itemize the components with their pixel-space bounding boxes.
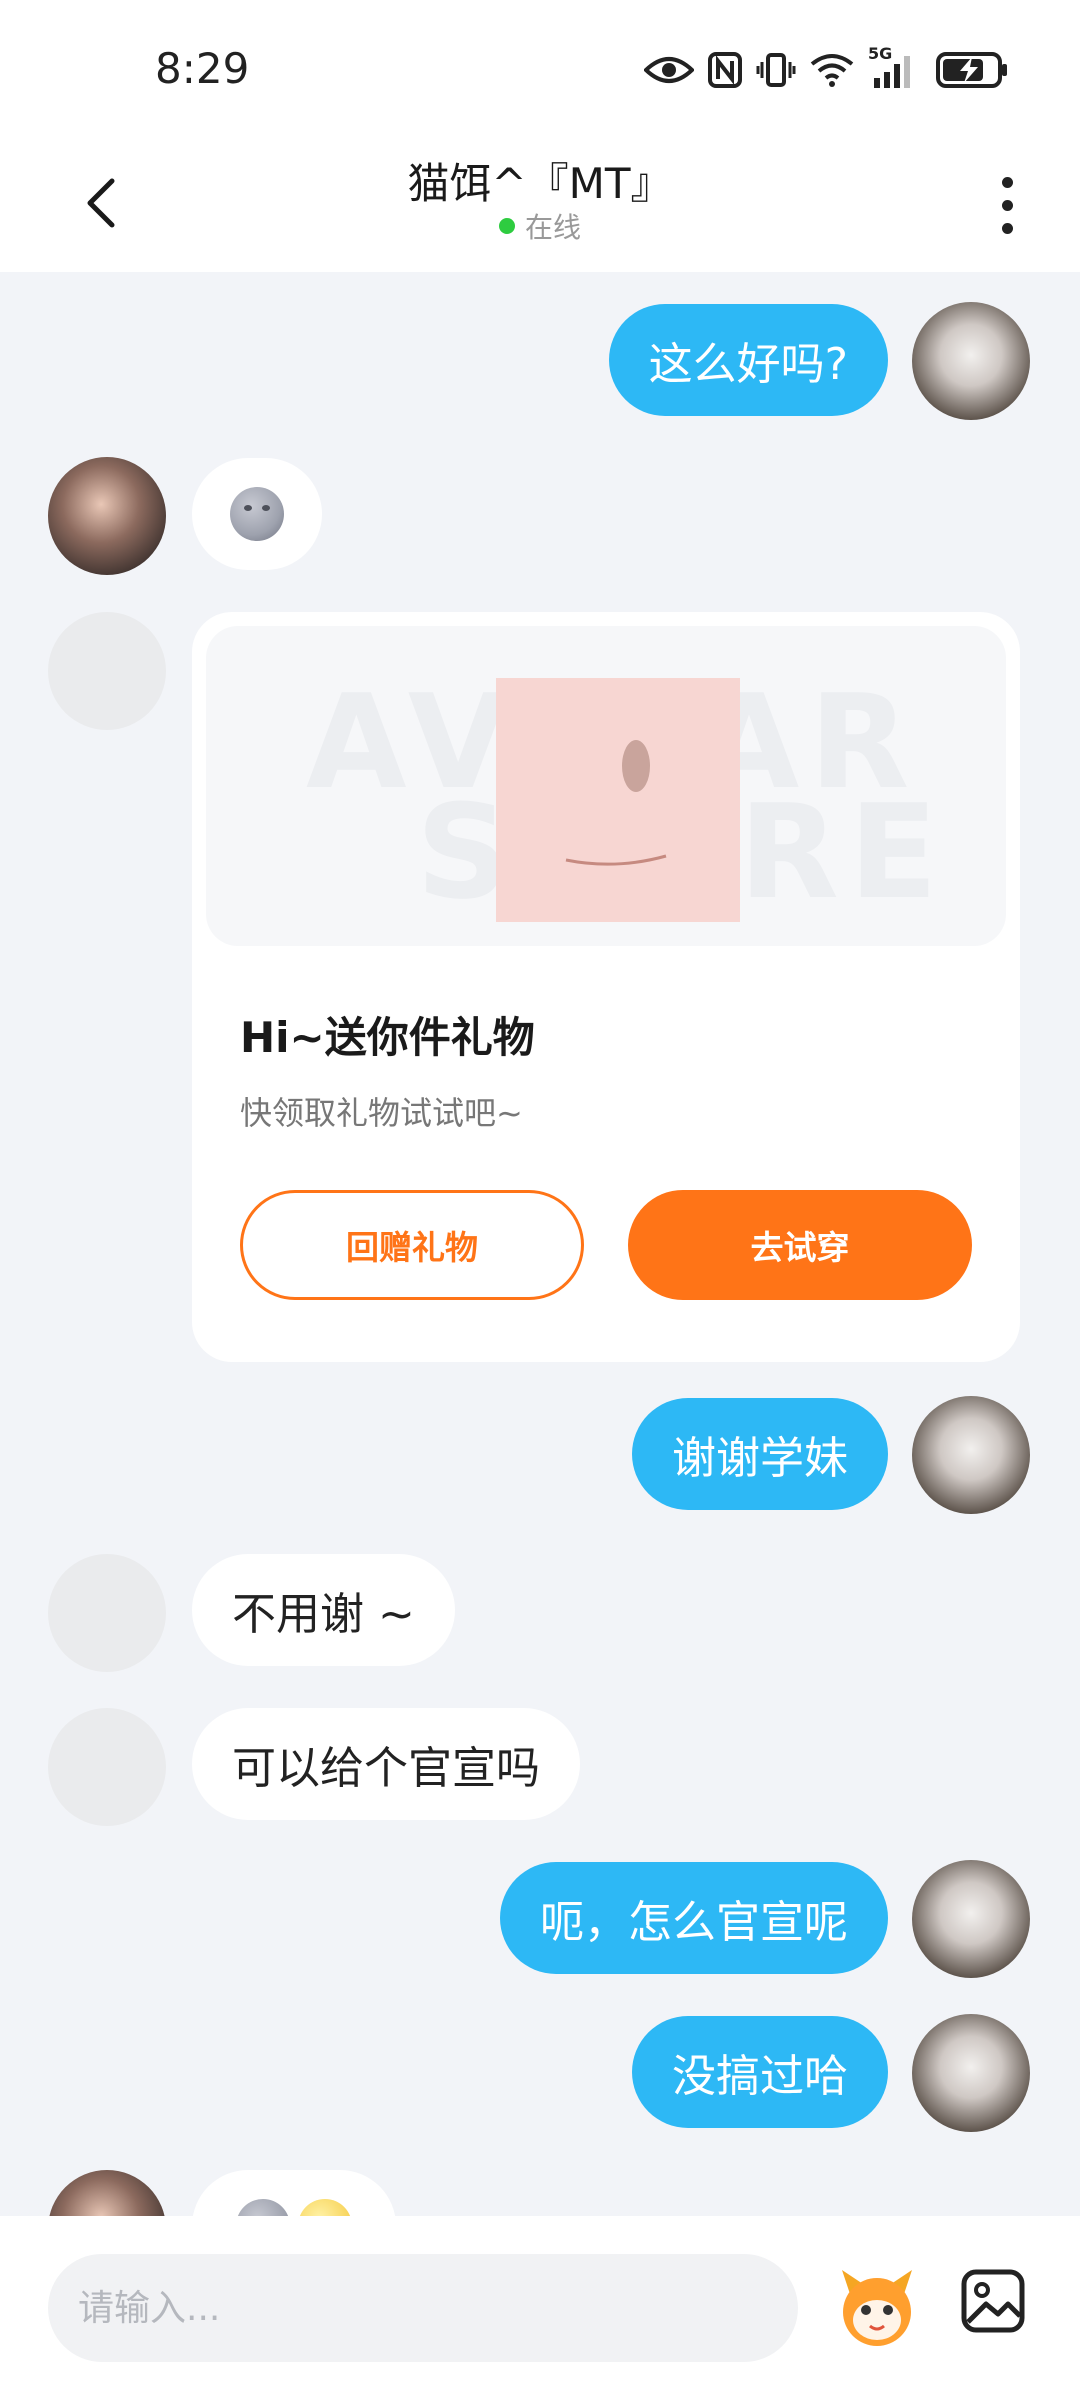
message-bubble-received[interactable]: 不用谢 ~ xyxy=(192,1554,455,1666)
self-avatar[interactable] xyxy=(912,302,1030,420)
contact-avatar[interactable] xyxy=(48,457,166,575)
chat-header: 猫饵^『MT』 在线 xyxy=(0,140,1080,272)
contact-name: 猫饵^『MT』 xyxy=(407,159,673,208)
gift-card[interactable]: AVATAR STORE Hi~送你件礼物 快领取礼物试试吧~ 回赠礼物 去试穿 xyxy=(192,612,1020,1362)
more-dot xyxy=(1001,176,1013,188)
mascot-sticker-icon[interactable] xyxy=(832,2264,922,2354)
message-bubble-received[interactable]: 可以给个官宣吗 xyxy=(192,1708,580,1820)
self-avatar[interactable] xyxy=(912,1860,1030,1978)
smiley-emoji xyxy=(298,2199,352,2216)
wifi-icon xyxy=(810,54,854,87)
status-time: 8:29 xyxy=(155,44,250,93)
contact-avatar-placeholder[interactable] xyxy=(48,612,166,730)
return-gift-button[interactable]: 回赠礼物 xyxy=(240,1190,584,1300)
contact-avatar[interactable] xyxy=(48,2170,166,2216)
battery-charging-icon xyxy=(936,52,1007,88)
message-bubble-received[interactable] xyxy=(192,458,322,570)
gift-subtitle: 快领取礼物试试吧~ xyxy=(240,1094,523,1132)
more-dot xyxy=(1001,222,1013,234)
new-moon-face-emoji xyxy=(230,487,284,541)
online-dot xyxy=(498,218,515,234)
self-avatar[interactable] xyxy=(912,1396,1030,1514)
message-bubble-sent[interactable]: 没搞过哈 xyxy=(632,2016,888,2128)
status-icons: 5G xyxy=(644,44,1010,92)
message-bubble-received[interactable] xyxy=(192,2170,396,2216)
self-avatar[interactable] xyxy=(912,2014,1030,2132)
status-bar: 8:29 5G xyxy=(0,0,1080,140)
gift-banner: AVATAR STORE xyxy=(206,626,1006,946)
gift-title: Hi~送你件礼物 xyxy=(240,1013,535,1062)
vibrate-icon xyxy=(756,53,796,87)
signal-icon: 5G xyxy=(868,44,922,90)
chat-message-list[interactable]: 这么好吗? AVATAR STORE Hi~送你件礼物 快领取礼物试试吧~ 回赠… xyxy=(0,272,1080,2216)
message-input[interactable] xyxy=(48,2254,798,2362)
new-moon-face-emoji xyxy=(236,2199,290,2216)
online-status: 在线 xyxy=(0,206,1080,246)
online-status-label: 在线 xyxy=(524,211,581,244)
message-bubble-sent[interactable]: 呃，怎么官宣呢 xyxy=(500,1862,888,1974)
nfc-icon xyxy=(708,52,742,88)
contact-avatar-placeholder[interactable] xyxy=(48,1708,166,1826)
message-bubble-sent[interactable]: 这么好吗? xyxy=(608,304,888,416)
message-input-bar xyxy=(0,2216,1080,2400)
gift-item-image xyxy=(496,678,740,922)
eye-icon xyxy=(644,57,694,83)
try-on-button[interactable]: 去试穿 xyxy=(628,1190,972,1300)
more-options-button[interactable] xyxy=(982,170,1032,240)
contact-avatar-placeholder[interactable] xyxy=(48,1554,166,1672)
image-picker-icon[interactable] xyxy=(958,2266,1028,2336)
message-bubble-sent[interactable]: 谢谢学妹 xyxy=(632,1398,888,1510)
more-dot xyxy=(1001,199,1013,211)
